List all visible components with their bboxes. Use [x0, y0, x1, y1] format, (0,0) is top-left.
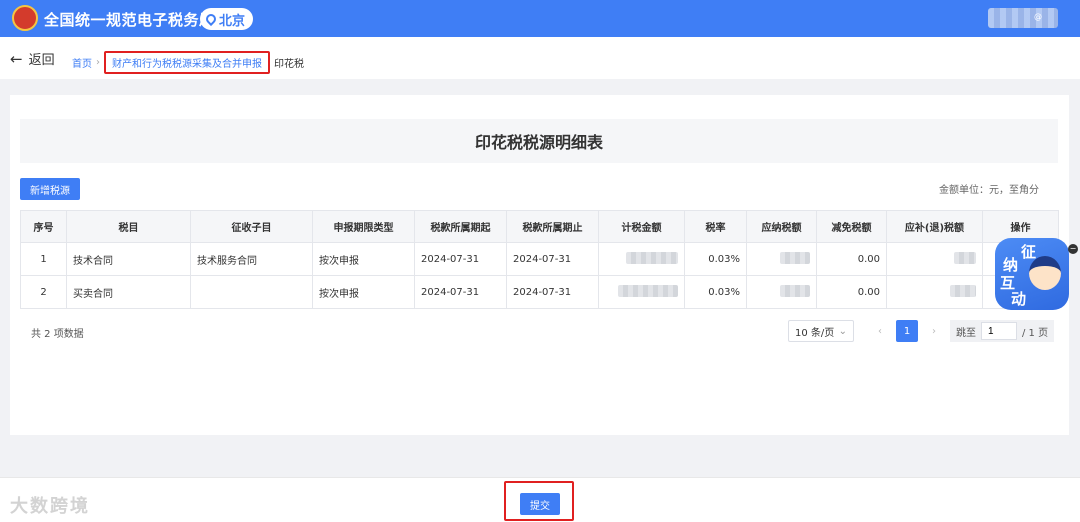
region-selector[interactable]: 北京	[200, 8, 254, 30]
col-start: 税款所属期起	[414, 210, 507, 243]
total-count: 共 2 项数据	[31, 329, 84, 340]
support-mascot-widget[interactable]: 征 纳 互 动	[995, 238, 1069, 310]
breadcrumb-tax-source-collection[interactable]: 财产和行为税税源采集及合并申报	[104, 51, 270, 74]
tax-emblem-icon	[12, 5, 38, 31]
mascot-text-4: 动	[1011, 290, 1027, 308]
redacted-value	[780, 284, 810, 297]
cell-index: 2	[20, 275, 67, 309]
submit-button[interactable]: 提交	[520, 493, 560, 515]
jump-label: 跳至	[956, 327, 976, 339]
cell-sub-item: 技术服务合同	[190, 242, 313, 276]
cell-reduction: 0.00	[816, 275, 887, 309]
region-label: 北京	[219, 13, 246, 29]
col-tax-payable: 应纳税额	[746, 210, 817, 243]
table-row[interactable]: 1 技术合同 技术服务合同 按次申报 2024-07-31 2024-07-31…	[20, 242, 1059, 276]
total-pages: / 1 页	[1022, 327, 1049, 339]
table-header: 序号 税目 征收子目 申报期限类型 税款所属期起 税款所属期止 计税金额 税率 …	[20, 210, 1059, 243]
cell-start: 2024-07-31	[414, 275, 507, 309]
cell-reduction: 0.00	[816, 242, 887, 276]
cell-refund	[886, 242, 983, 276]
cell-period-type: 按次申报	[312, 242, 415, 276]
col-item: 税目	[66, 210, 191, 243]
cell-item: 买卖合同	[66, 275, 191, 309]
breadcrumb-separator: ›	[96, 57, 100, 68]
col-taxable-amount: 计税金额	[598, 210, 685, 243]
cell-end: 2024-07-31	[506, 242, 599, 276]
breadcrumb-bar: ← 返回 首页 › 财产和行为税税源采集及合并申报 印花税	[0, 37, 1080, 79]
cell-refund	[886, 275, 983, 309]
watermark-logo: 大数跨境	[10, 496, 90, 517]
col-period-type: 申报期限类型	[312, 210, 415, 243]
cell-tax-payable	[746, 275, 817, 309]
submit-highlight: 提交	[504, 481, 574, 521]
page-jump: 跳至 / 1 页	[950, 320, 1055, 342]
col-refund: 应补(退)税额	[886, 210, 983, 243]
page-size-value: 10 条/页	[795, 327, 835, 339]
breadcrumb-home[interactable]: 首页	[72, 55, 92, 70]
cell-start: 2024-07-31	[414, 242, 507, 276]
cell-sub-item	[190, 275, 313, 309]
col-end: 税款所属期止	[506, 210, 599, 243]
redacted-value	[954, 251, 976, 264]
mascot-character-icon	[1029, 256, 1061, 290]
app-title: 全国统一规范电子税务局	[44, 11, 215, 29]
top-navbar: 全国统一规范电子税务局 北京 @	[0, 0, 1080, 37]
pagination: 10 条/页 ⌄ ‹ 1 › 跳至 / 1 页	[788, 320, 1055, 342]
user-avatar[interactable]	[988, 8, 1058, 28]
location-pin-icon	[203, 11, 219, 27]
mascot-text-1: 征	[1021, 243, 1037, 261]
col-reduction: 减免税额	[816, 210, 887, 243]
table-row[interactable]: 2 买卖合同 按次申报 2024-07-31 2024-07-31 0.03% …	[20, 275, 1059, 309]
col-rate: 税率	[684, 210, 747, 243]
page-title: 印花税税源明细表	[20, 119, 1058, 163]
redacted-value	[950, 284, 976, 297]
amount-unit-note: 金额单位：元，至角分	[939, 185, 1039, 196]
cell-taxable-amount	[598, 275, 685, 309]
col-sub-item: 征收子目	[190, 210, 313, 243]
page-number-current[interactable]: 1	[896, 320, 918, 342]
cell-index: 1	[20, 242, 67, 276]
chevron-down-icon: ⌄	[838, 325, 847, 337]
tax-source-table: 序号 税目 征收子目 申报期限类型 税款所属期起 税款所属期止 计税金额 税率 …	[20, 210, 1059, 309]
cell-tax-payable	[746, 242, 817, 276]
prev-page-icon[interactable]: ‹	[872, 326, 888, 337]
user-initial: @	[1034, 12, 1042, 21]
cell-item: 技术合同	[66, 242, 191, 276]
redacted-value	[780, 251, 810, 264]
footer-bar: 大数跨境 提交	[0, 477, 1080, 522]
arrow-left-icon: ←	[10, 49, 23, 68]
breadcrumb: 首页 › 财产和行为税税源采集及合并申报 印花税	[72, 51, 304, 74]
cell-rate: 0.03%	[684, 275, 747, 309]
page-jump-input[interactable]	[981, 322, 1017, 340]
page-size-select[interactable]: 10 条/页 ⌄	[788, 320, 854, 342]
add-tax-source-button[interactable]: 新增税源	[20, 178, 80, 200]
cell-rate: 0.03%	[684, 242, 747, 276]
next-page-icon[interactable]: ›	[926, 326, 942, 337]
cell-taxable-amount	[598, 242, 685, 276]
breadcrumb-current: 印花税	[274, 59, 304, 70]
collapse-widget-icon[interactable]: −	[1068, 244, 1078, 254]
redacted-value	[626, 251, 678, 264]
redacted-value	[618, 284, 678, 297]
tax-source-card: 印花税税源明细表 新增税源 金额单位：元，至角分 序号 税目 征收子目 申报期限…	[10, 95, 1069, 435]
col-index: 序号	[20, 210, 67, 243]
cell-period-type: 按次申报	[312, 275, 415, 309]
cell-end: 2024-07-31	[506, 275, 599, 309]
back-button[interactable]: ← 返回	[10, 49, 55, 69]
back-label: 返回	[28, 53, 55, 68]
